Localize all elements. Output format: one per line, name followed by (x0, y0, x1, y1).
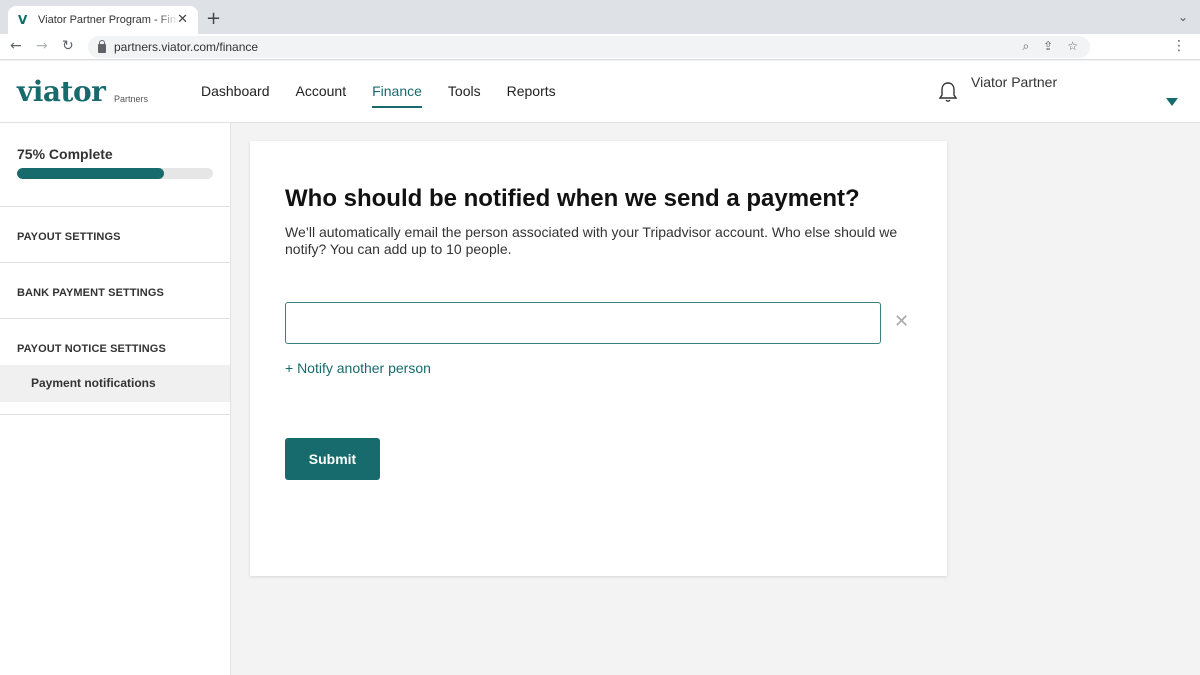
nav-reports[interactable]: Reports (507, 83, 556, 108)
reload-icon[interactable]: ↻ (62, 38, 74, 54)
sidebar-heading[interactable]: PAYOUT SETTINGS (0, 207, 230, 263)
sidebar-section-payout-settings[interactable]: PAYOUT SETTINGS (0, 206, 230, 263)
sidebar-section-bank-payment-settings[interactable]: BANK PAYMENT SETTINGS (0, 262, 230, 319)
user-name[interactable]: Viator Partner (971, 74, 1057, 90)
back-arrow-icon[interactable]: ← (10, 38, 22, 54)
zoom-icon[interactable]: ⌕ (1022, 39, 1029, 54)
app-header: viator Partners Dashboard Account Financ… (0, 61, 1200, 123)
new-tab-icon[interactable]: + (206, 8, 221, 29)
browser-tab[interactable]: V Viator Partner Program - Finance ✕ (8, 6, 198, 34)
submit-button[interactable]: Submit (285, 438, 380, 480)
notification-card: Who should be notified when we send a pa… (250, 141, 947, 576)
nav-dashboard[interactable]: Dashboard (201, 83, 270, 108)
viator-logo[interactable]: viator (17, 75, 106, 108)
user-menu-caret-icon[interactable] (1166, 98, 1178, 106)
address-bar[interactable]: partners.viator.com/finance ⌕ ⇪ ☆ (88, 36, 1090, 58)
tab-title: Viator Partner Program - Finance (38, 14, 178, 26)
lock-icon (98, 39, 106, 53)
logo-subtitle: Partners (114, 94, 149, 104)
progress-bar-fill (17, 168, 164, 179)
forward-arrow-icon[interactable]: → (36, 38, 48, 54)
sidebar-section-payout-notice-settings[interactable]: PAYOUT NOTICE SETTINGS Payment notificat… (0, 318, 230, 415)
page-title: Who should be notified when we send a pa… (285, 185, 860, 212)
viator-favicon-icon: V (18, 13, 28, 27)
progress-bar (17, 168, 213, 179)
notification-bell-icon[interactable] (938, 81, 958, 103)
progress-label: 75% Complete (17, 146, 113, 162)
tab-search-chevron-icon[interactable]: ⌄ (1178, 10, 1188, 24)
browser-tabstrip: V Viator Partner Program - Finance ✕ + ⌄ (0, 0, 1200, 34)
main-nav: Dashboard Account Finance Tools Reports (201, 83, 582, 108)
close-tab-icon[interactable]: ✕ (177, 12, 188, 27)
remove-person-icon[interactable]: ✕ (894, 311, 909, 332)
nav-finance[interactable]: Finance (372, 83, 422, 108)
notify-another-person-link[interactable]: + Notify another person (285, 360, 431, 376)
sidebar-heading[interactable]: BANK PAYMENT SETTINGS (0, 263, 230, 319)
url-text: partners.viator.com/finance (114, 40, 259, 54)
share-icon[interactable]: ⇪ (1043, 39, 1053, 54)
browser-menu-icon[interactable]: ⋮ (1172, 38, 1186, 54)
page-description: We’ll automatically email the person ass… (285, 224, 898, 257)
sidebar: 75% Complete PAYOUT SETTINGS BANK PAYMEN… (0, 123, 231, 675)
browser-toolbar: ← → ↻ partners.viator.com/finance ⌕ ⇪ ☆ … (0, 34, 1200, 60)
nav-account[interactable]: Account (296, 83, 347, 108)
email-input[interactable] (285, 302, 881, 344)
sidebar-item-payment-notifications[interactable]: Payment notifications (0, 365, 230, 402)
nav-tools[interactable]: Tools (448, 83, 481, 108)
sidebar-heading[interactable]: PAYOUT NOTICE SETTINGS (0, 319, 230, 365)
bookmark-star-icon[interactable]: ☆ (1067, 39, 1078, 54)
